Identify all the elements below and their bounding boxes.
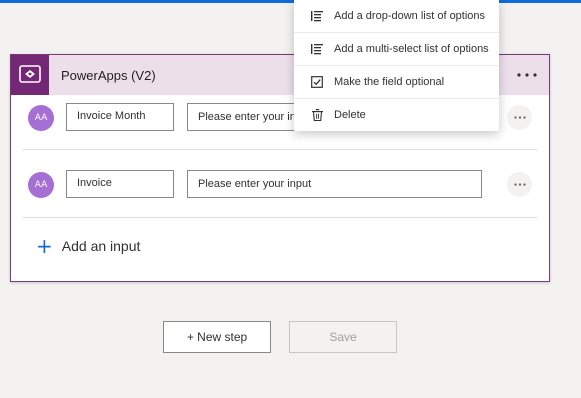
menu-item-dropdown-list[interactable]: Add a drop-down list of options xyxy=(294,0,499,32)
trash-icon xyxy=(294,109,334,121)
menu-item-label: Add a drop-down list of options xyxy=(334,10,486,22)
menu-item-label: Delete xyxy=(334,109,366,121)
row-more-options-icon[interactable] xyxy=(507,172,532,197)
list-icon xyxy=(294,10,334,22)
save-button[interactable]: Save xyxy=(289,321,397,353)
input-hint-field[interactable]: Please enter your input xyxy=(187,170,482,198)
add-input-label: Add an input xyxy=(61,238,141,254)
add-input-button[interactable]: + Add an input xyxy=(36,234,141,258)
more-options-icon[interactable] xyxy=(517,65,537,85)
menu-item-label: Add a multi-select list of options xyxy=(334,43,489,55)
card-title: PowerApps (V2) xyxy=(61,67,156,83)
list-icon xyxy=(294,43,334,55)
checkbox-icon xyxy=(294,76,334,88)
menu-item-delete[interactable]: Delete xyxy=(294,99,499,131)
row-divider xyxy=(23,149,537,150)
input-name-field[interactable]: Invoice xyxy=(66,170,174,198)
new-step-button[interactable]: + New step xyxy=(163,321,271,353)
row-more-options-icon[interactable] xyxy=(507,105,532,130)
input-row: AA Invoice Please enter your input xyxy=(11,163,549,207)
row-divider xyxy=(23,217,537,218)
text-input-type-icon: AA xyxy=(28,105,54,131)
menu-item-make-optional[interactable]: Make the field optional xyxy=(294,66,499,98)
menu-item-multi-select-list[interactable]: Add a multi-select list of options xyxy=(294,33,499,65)
powerapps-icon xyxy=(11,55,49,95)
plus-icon: + xyxy=(36,234,53,258)
input-name-field[interactable]: Invoice Month xyxy=(66,103,174,131)
text-input-type-icon: AA xyxy=(28,172,54,198)
input-context-menu: Add a drop-down list of options Add a mu… xyxy=(294,0,499,131)
menu-item-label: Make the field optional xyxy=(334,76,445,88)
